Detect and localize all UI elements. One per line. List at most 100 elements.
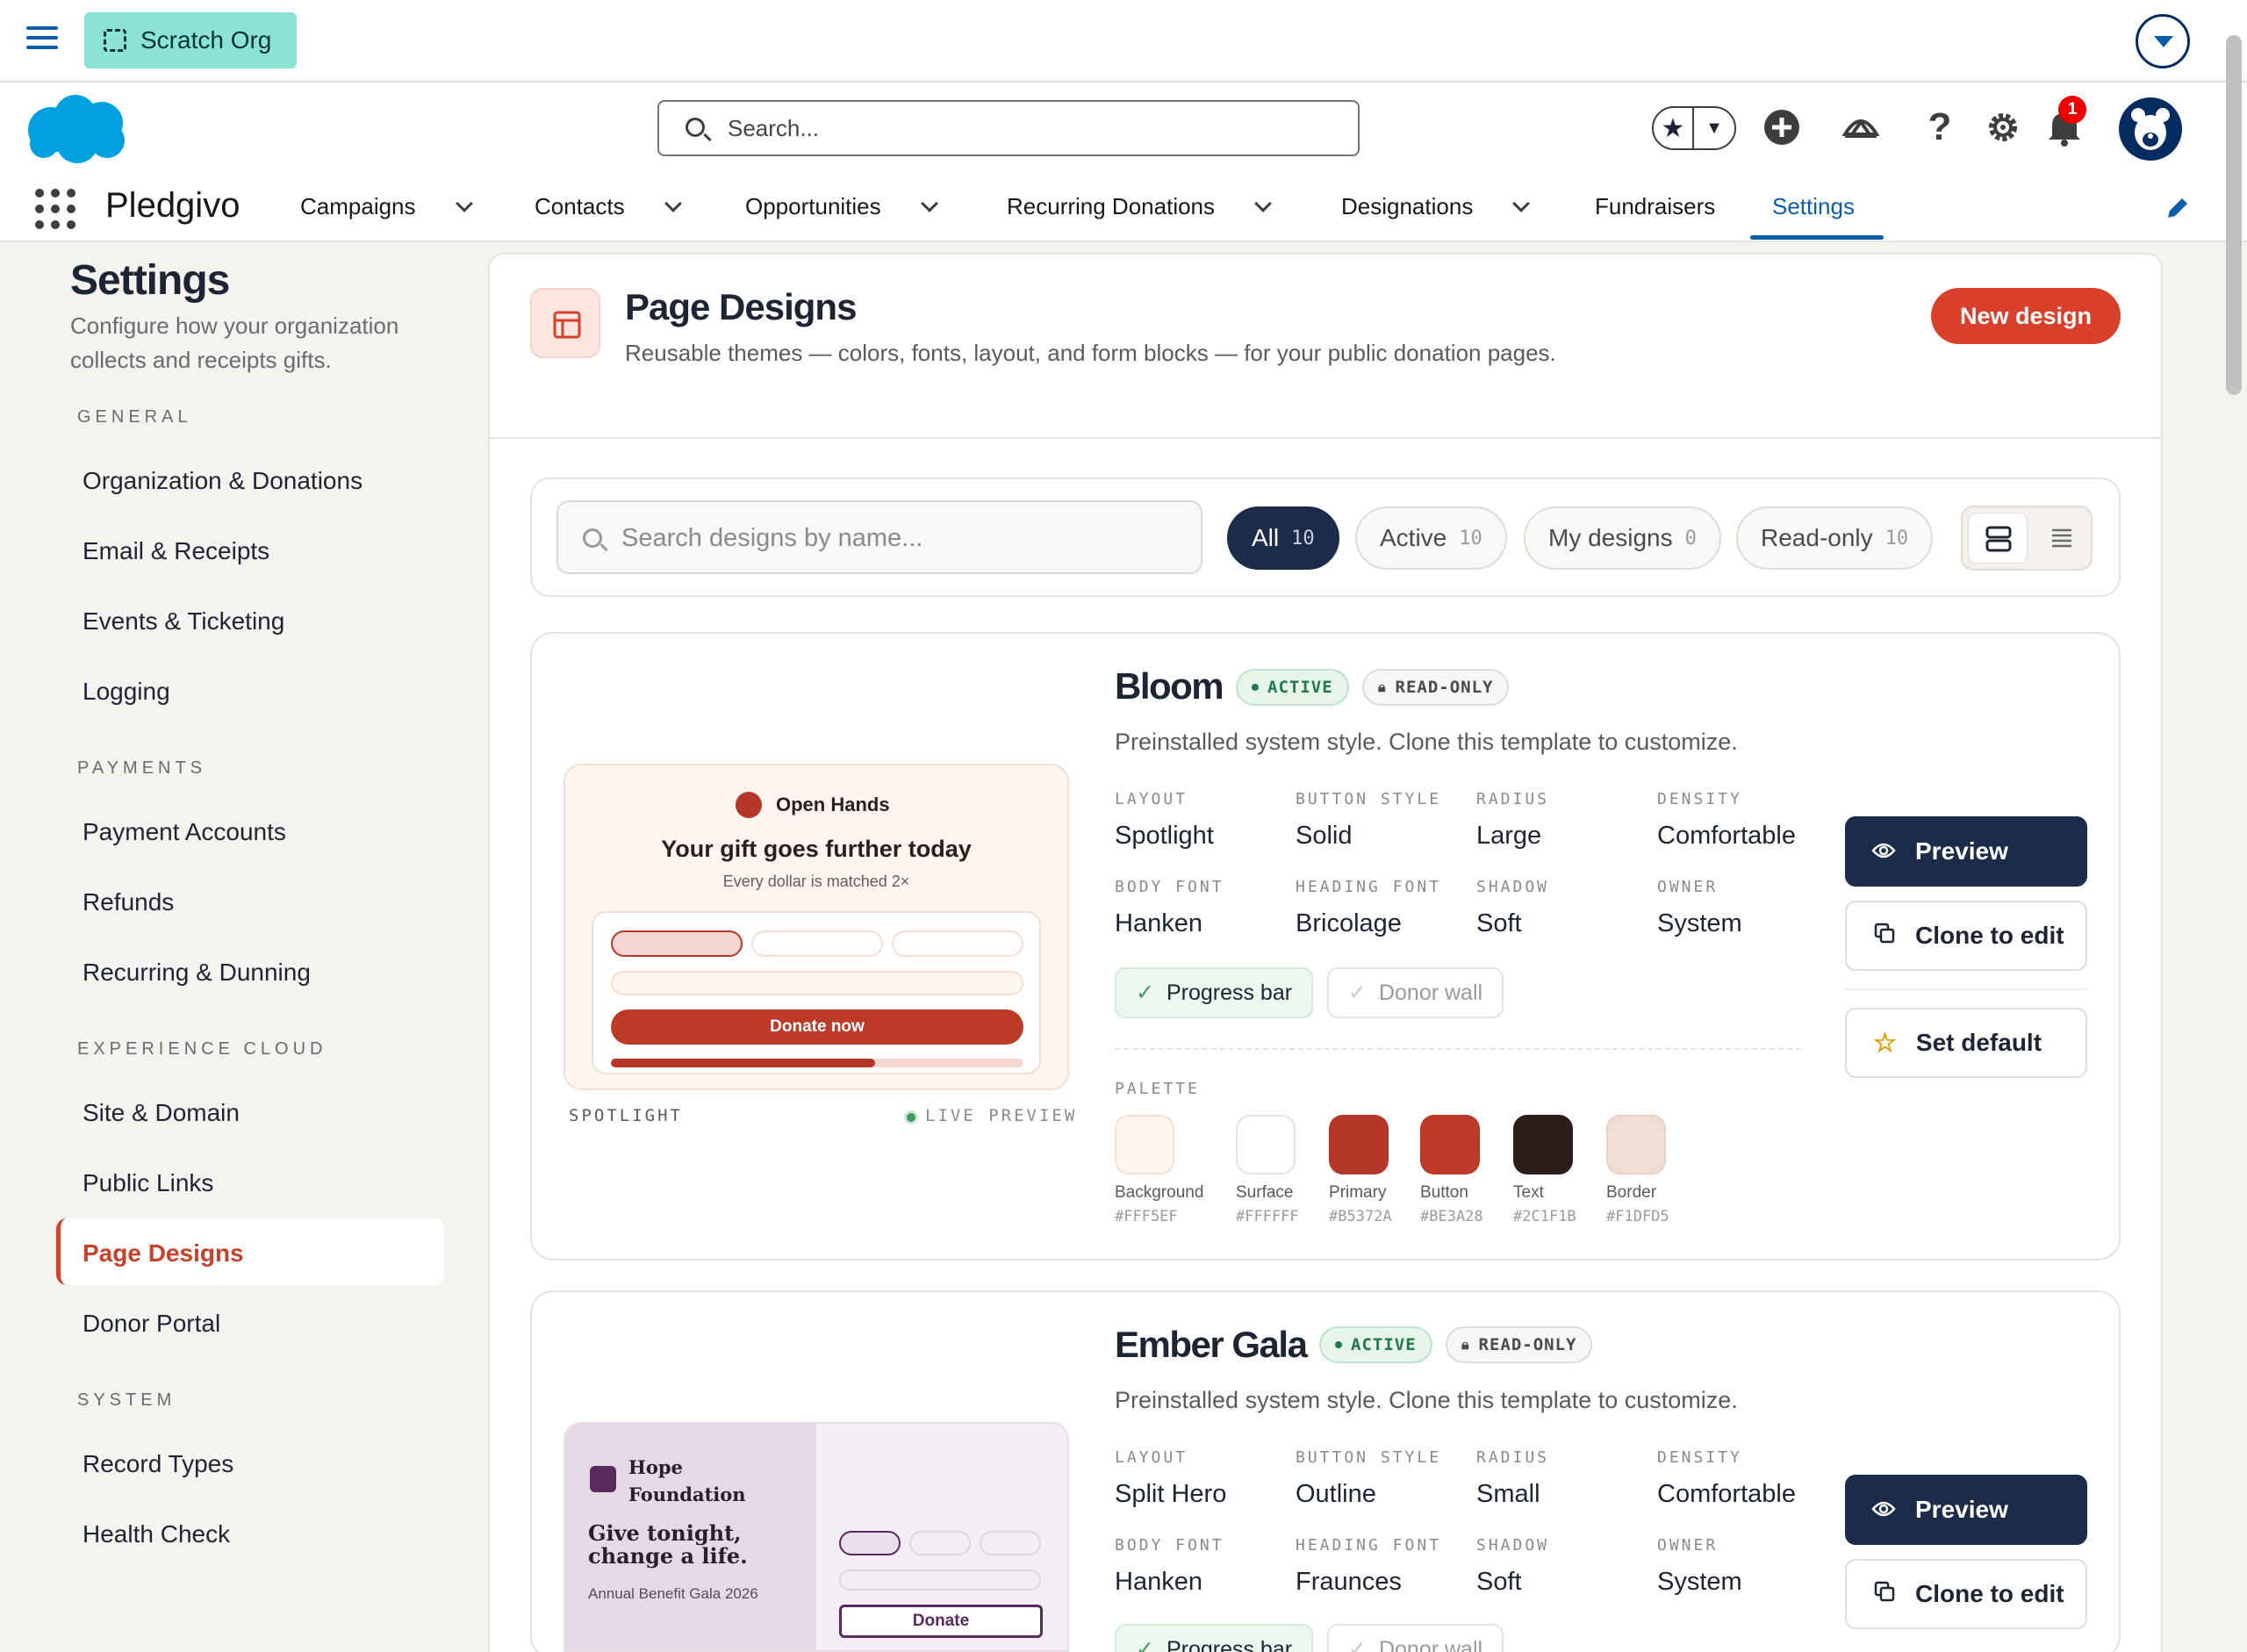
page-description: Reusable themes — colors, fonts, layout,…: [625, 340, 1556, 366]
filter-pill-all[interactable]: All 10: [1227, 506, 1339, 570]
feature-chip-progress-bar: ✓ Progress bar: [1115, 1624, 1314, 1652]
preview-progress-track: [611, 1059, 1023, 1067]
app-launcher-icon[interactable]: [35, 189, 75, 229]
sidebar-item-refunds[interactable]: Refunds: [83, 888, 174, 916]
sidebar-item-donor-portal[interactable]: Donor Portal: [83, 1310, 220, 1338]
prop-value: Outline: [1296, 1480, 1376, 1508]
sidebar-title: Settings: [70, 257, 230, 304]
gear-icon[interactable]: [1982, 106, 2024, 148]
add-icon[interactable]: [1761, 106, 1803, 148]
filter-pill-my-designs[interactable]: My designs 0: [1524, 506, 1721, 570]
palette-swatch[interactable]: [1236, 1115, 1296, 1174]
new-design-button[interactable]: New design: [1931, 288, 2121, 344]
ember-gala-live-preview[interactable]: Hope Foundation Give tonight, change a l…: [564, 1422, 1069, 1652]
bloom-live-preview[interactable]: Open Hands Your gift goes further today …: [564, 764, 1069, 1090]
user-avatar[interactable]: [2119, 97, 2182, 161]
sidebar-item-recurring-dunning[interactable]: Recurring & Dunning: [83, 959, 311, 987]
palette-swatch[interactable]: [1420, 1115, 1480, 1174]
lock-icon: 🔒︎: [1461, 1336, 1470, 1353]
list-view-icon[interactable]: [2036, 513, 2087, 564]
global-search-box[interactable]: [657, 100, 1360, 156]
nav-item-fundraisers[interactable]: Fundraisers: [1595, 193, 1715, 220]
sidebar-item-email-receipts[interactable]: Email & Receipts: [83, 537, 269, 565]
sidebar-item-site-domain[interactable]: Site & Domain: [83, 1099, 240, 1127]
palette-swatch[interactable]: [1513, 1115, 1573, 1174]
nav-item-contacts[interactable]: Contacts: [535, 193, 682, 220]
page-title: Page Designs: [625, 286, 857, 327]
sidebar-item-record-types[interactable]: Record Types: [83, 1450, 233, 1478]
nav-item-settings[interactable]: Settings: [1772, 193, 1855, 220]
palette-divider: [1115, 1048, 1801, 1050]
preview-amount-option: [909, 1531, 971, 1555]
prop-label: RADIUS: [1476, 1448, 1550, 1467]
caret-down-icon[interactable]: ▼: [1694, 119, 1734, 139]
palette-swatch[interactable]: [1606, 1115, 1666, 1174]
check-icon: ✓: [1348, 1637, 1367, 1652]
prop-label: BODY FONT: [1115, 878, 1224, 896]
prop-label: HEADING FONT: [1296, 878, 1442, 896]
global-search-input[interactable]: [728, 112, 1342, 144]
clone-to-edit-button[interactable]: Clone to edit: [1845, 901, 2087, 971]
settings-sidebar: [0, 244, 474, 1652]
copy-icon: [1873, 922, 1896, 951]
status-dot-icon: [1335, 1341, 1342, 1348]
edit-nav-pencil-icon[interactable]: [2164, 195, 2191, 221]
prop-value: Large: [1476, 822, 1542, 850]
prop-label: LAYOUT: [1115, 1448, 1188, 1467]
nav-item-opportunities[interactable]: Opportunities: [745, 193, 938, 220]
prop-label: LAYOUT: [1115, 790, 1188, 808]
trailhead-icon[interactable]: [1840, 106, 1882, 148]
notification-badge: 1: [2058, 96, 2086, 124]
sidebar-description: Configure how your organization collects…: [70, 312, 399, 373]
sidebar-item-public-links[interactable]: Public Links: [83, 1169, 213, 1197]
preview-input: [611, 971, 1023, 995]
preview-tagline: Annual Benefit Gala 2026: [588, 1585, 758, 1602]
org-menu-dropdown-icon[interactable]: [2136, 14, 2190, 68]
card-view-icon[interactable]: [1968, 513, 2028, 564]
chevron-down-icon[interactable]: [920, 194, 938, 212]
favorites-button[interactable]: ★ ▼: [1652, 106, 1736, 150]
prop-value: Spotlight: [1115, 822, 1214, 850]
sidebar-item-health-check[interactable]: Health Check: [83, 1520, 230, 1548]
preview-progress-fill: [611, 1059, 875, 1067]
preview-button[interactable]: Preview: [1845, 816, 2087, 887]
clone-to-edit-button[interactable]: Clone to edit: [1845, 1559, 2087, 1629]
nav-item-recurring-donations[interactable]: Recurring Donations: [1007, 193, 1272, 220]
palette-swatch[interactable]: [1329, 1115, 1389, 1174]
sidebar-item-events-ticketing[interactable]: Events & Ticketing: [83, 607, 284, 636]
sidebar-item-logging[interactable]: Logging: [83, 678, 170, 706]
scratch-org-button[interactable]: Scratch Org: [84, 12, 297, 68]
preview-button[interactable]: Preview: [1845, 1475, 2087, 1545]
chevron-down-icon[interactable]: [664, 194, 682, 212]
sidebar-item-organization-donations[interactable]: Organization & Donations: [83, 467, 363, 495]
lock-icon: 🔒︎: [1378, 679, 1387, 695]
palette-swatch-hex: #FFFFFF: [1236, 1208, 1299, 1225]
nav-item-campaigns[interactable]: Campaigns: [300, 193, 473, 220]
action-divider: [1845, 988, 2087, 990]
chevron-down-icon[interactable]: [455, 194, 473, 212]
cloud-logo[interactable]: [25, 90, 132, 165]
filter-pill-read-only[interactable]: Read-only 10: [1736, 506, 1934, 570]
page-scrollbar[interactable]: [2226, 35, 2242, 395]
sidebar-item-payment-accounts[interactable]: Payment Accounts: [83, 818, 286, 846]
design-search-input[interactable]: [621, 521, 1148, 555]
filter-pill-active[interactable]: Active 10: [1355, 506, 1507, 570]
org-logo-dot: [736, 792, 762, 818]
help-icon[interactable]: ?: [1919, 105, 1961, 148]
view-toggle: [1961, 506, 2093, 571]
set-default-button[interactable]: ☆ Set default: [1845, 1008, 2087, 1078]
preview-input: [839, 1569, 1041, 1591]
nav-item-designations[interactable]: Designations: [1341, 193, 1531, 220]
design-search-box[interactable]: [556, 500, 1202, 574]
check-icon: ✓: [1136, 1637, 1154, 1652]
sidebar-item-page-designs[interactable]: Page Designs: [83, 1239, 244, 1268]
preview-org-name: Hope Foundation: [628, 1456, 746, 1505]
preview-tagline: Every dollar is matched 2×: [722, 873, 910, 890]
chevron-down-icon[interactable]: [1254, 194, 1272, 212]
sidebar-section-experience-cloud: EXPERIENCE CLOUD: [77, 1039, 327, 1059]
star-icon[interactable]: ★: [1654, 108, 1694, 148]
hamburger-menu-icon[interactable]: [26, 26, 58, 54]
prop-value: Fraunces: [1296, 1568, 1402, 1596]
palette-swatch[interactable]: [1115, 1115, 1174, 1174]
chevron-down-icon[interactable]: [1512, 194, 1531, 212]
